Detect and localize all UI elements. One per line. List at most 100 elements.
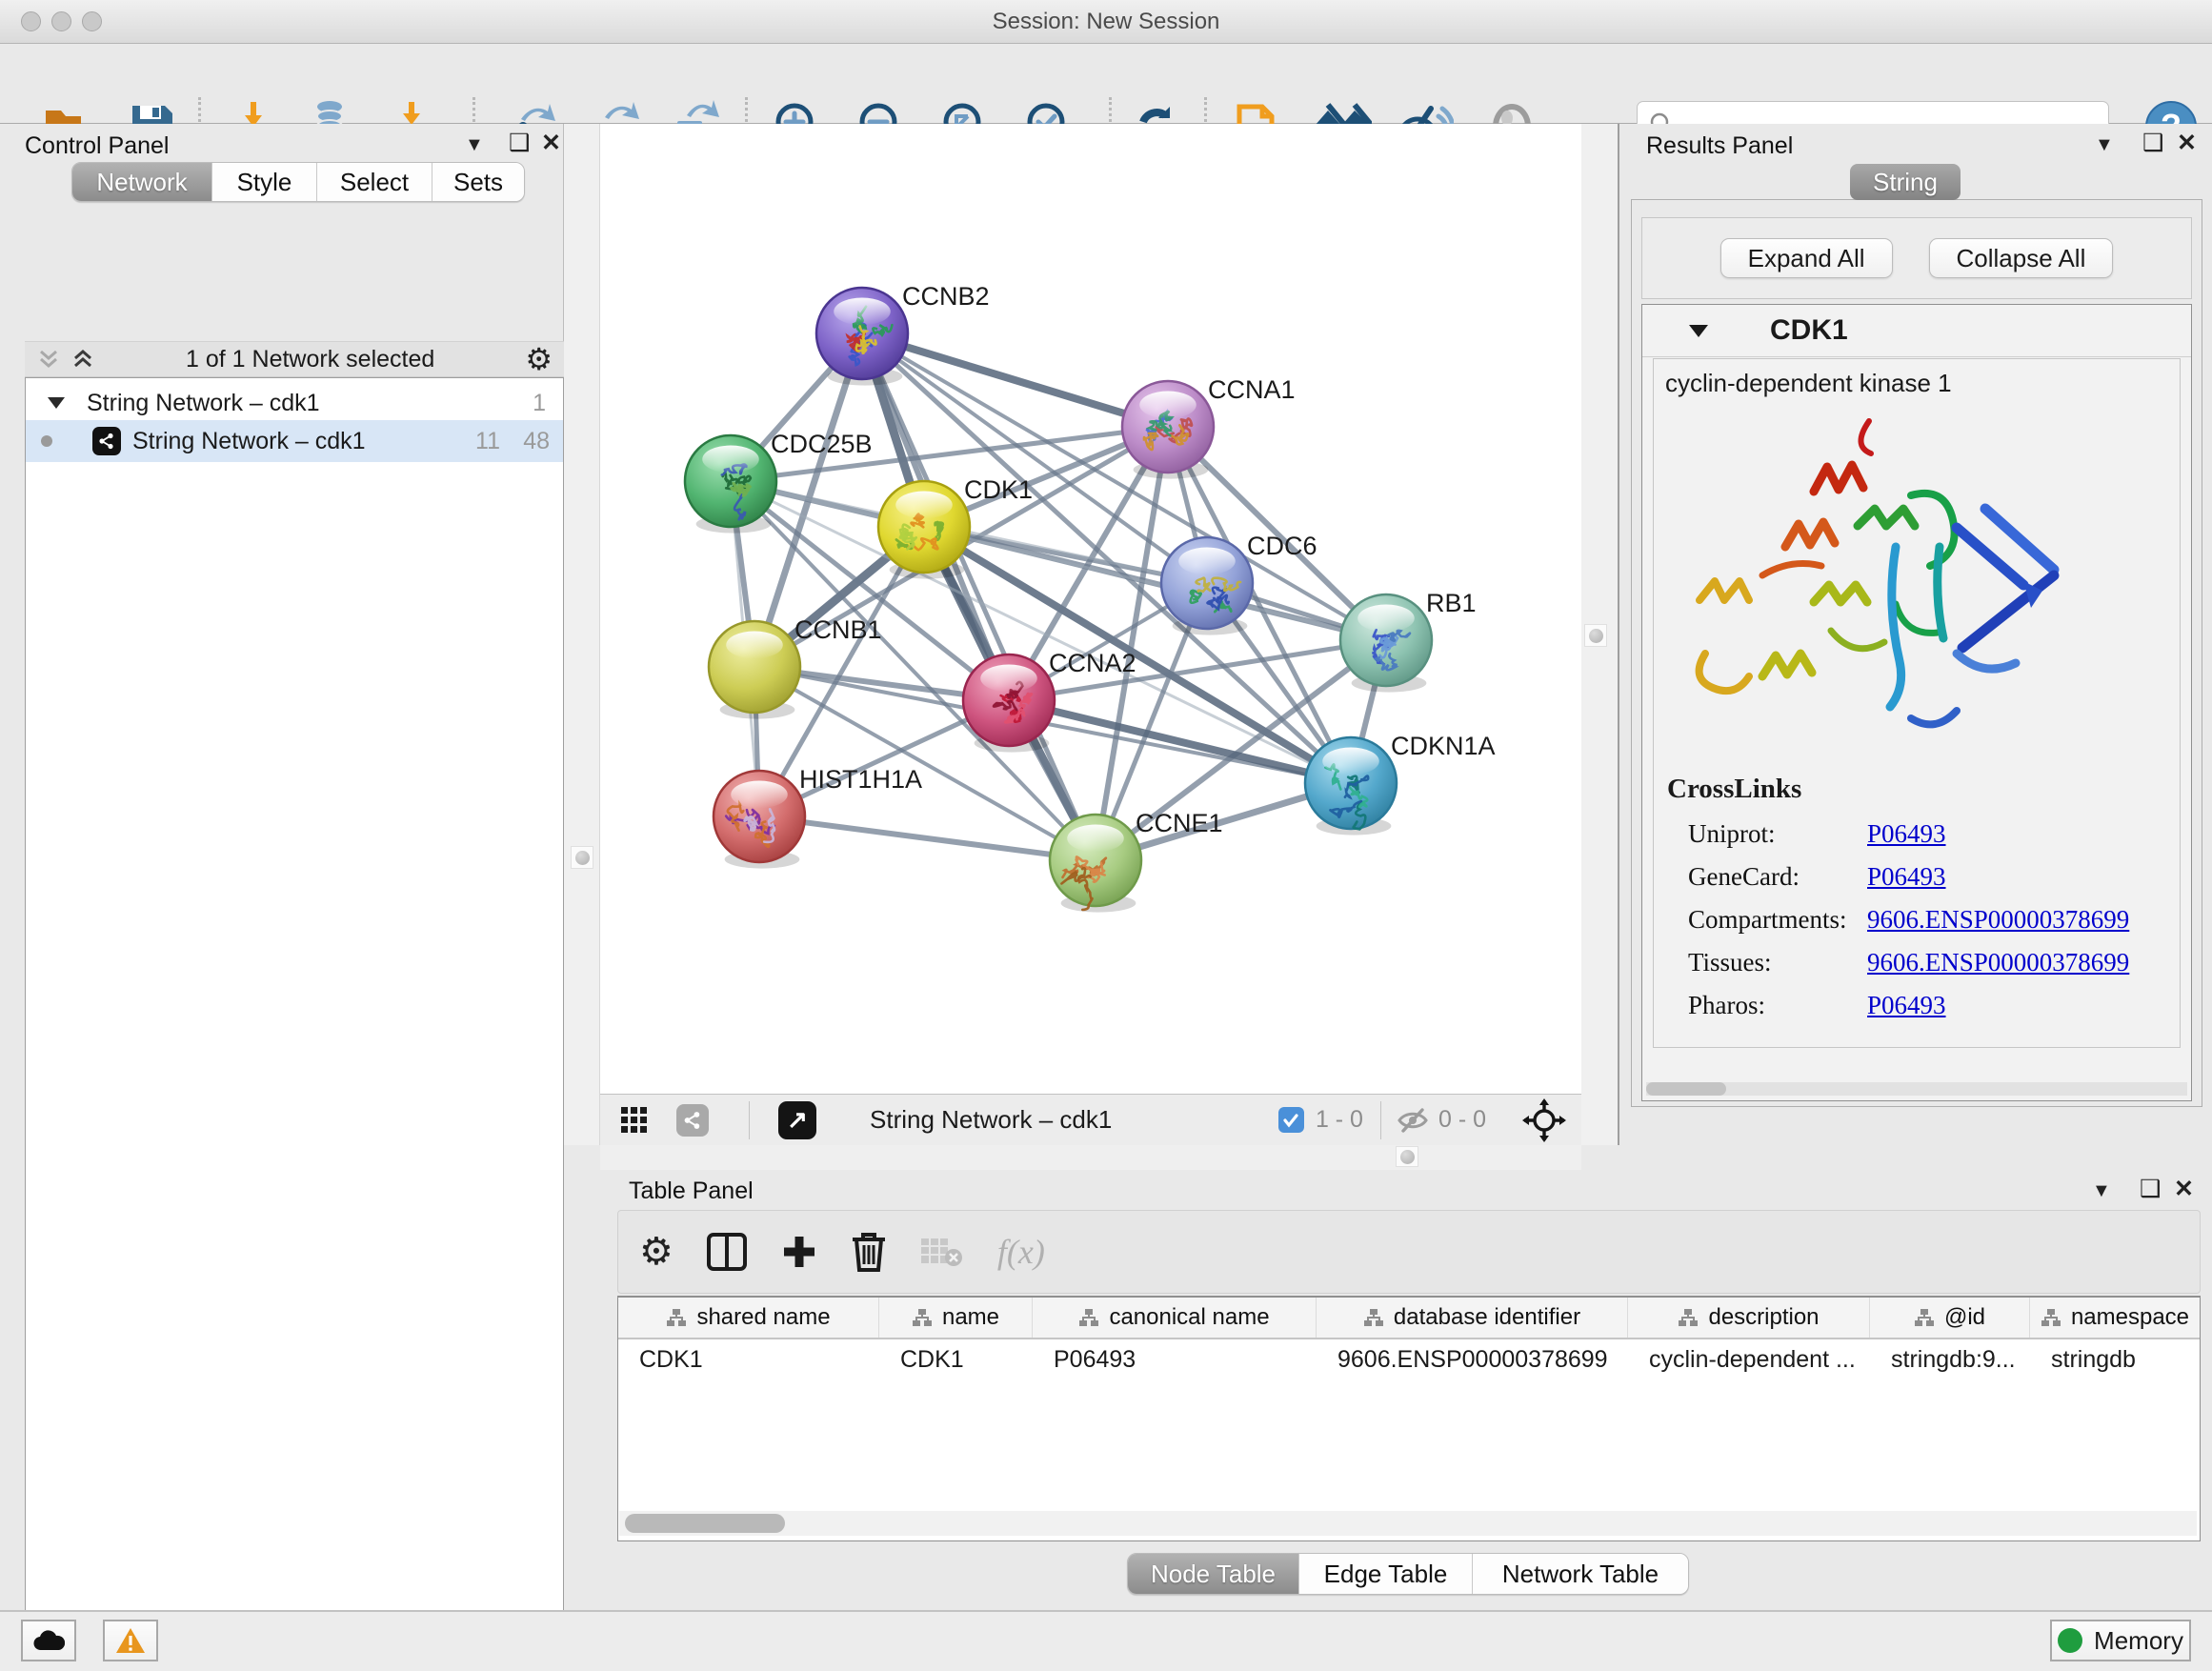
panel-float-icon[interactable]: ❑	[2140, 1178, 2161, 1201]
node-label-CDK1: CDK1	[964, 475, 1033, 504]
open-in-window-icon[interactable]: ↗	[778, 1101, 816, 1139]
node-label-CDKN1A: CDKN1A	[1391, 732, 1496, 760]
tab-network-table[interactable]: Network Table	[1473, 1554, 1688, 1594]
network-tree: String Network – cdk1 1 String Network –…	[25, 377, 564, 1671]
gear-icon[interactable]: ⚙	[525, 344, 553, 374]
column-header[interactable]: namespace	[2030, 1298, 2200, 1338]
checkbox-icon[interactable]	[1278, 1107, 1304, 1133]
panel-float-icon[interactable]: ❑	[2142, 131, 2163, 155]
column-header[interactable]: database identifier	[1317, 1298, 1628, 1338]
control-panel-tabs: Network Style Select Sets	[71, 162, 525, 202]
eye-slash-icon[interactable]	[1397, 1106, 1429, 1135]
network-node-CCNB1[interactable]: CCNB1	[709, 615, 882, 719]
network-node-RB1[interactable]: RB1	[1340, 589, 1477, 693]
crosslink-row: GeneCard: P06493	[1688, 856, 2180, 898]
tab-sets[interactable]: Sets	[432, 163, 524, 201]
grid-icon[interactable]	[621, 1106, 650, 1135]
horizontal-splitter[interactable]	[600, 1145, 1581, 1170]
warning-icon	[115, 1627, 146, 1654]
table-panel: Table Panel ▼ ❑ ✕ ⚙ f(x) shared name nam…	[600, 1170, 2212, 1606]
panel-close-icon[interactable]: ✕	[541, 131, 561, 155]
expand-all-icon[interactable]	[70, 347, 95, 372]
network-collection-row[interactable]: String Network – cdk1 1	[26, 386, 563, 420]
string-results-box: Expand All Collapse All CDK1 cyclin-depe…	[1631, 199, 2202, 1107]
network-edge-CCNE1-HIST1H1A[interactable]	[759, 816, 1096, 860]
network-selection-bar: 1 of 1 Network selected ⚙	[25, 341, 564, 377]
tab-style[interactable]: Style	[212, 163, 317, 201]
network-row-selected[interactable]: String Network – cdk1 11 48	[26, 420, 563, 462]
left-splitter-handle[interactable]	[571, 846, 593, 869]
network-node-HIST1H1A[interactable]: HIST1H1A	[714, 765, 922, 869]
tab-node-table[interactable]: Node Table	[1128, 1554, 1299, 1594]
column-header[interactable]: canonical name	[1033, 1298, 1317, 1338]
crosslink-link[interactable]: 9606.ENSP00000378699	[1867, 905, 2129, 935]
warning-button[interactable]	[103, 1620, 158, 1661]
crosslink-label: Uniprot:	[1688, 819, 1867, 849]
memory-status-icon	[2058, 1628, 2082, 1653]
protein-structure-image	[1671, 404, 2071, 770]
table-hscrollbar-thumb[interactable]	[625, 1514, 785, 1533]
crosslink-link[interactable]: 9606.ENSP00000378699	[1867, 948, 2129, 977]
crosslink-link[interactable]: P06493	[1867, 862, 1946, 892]
network-graph[interactable]: CCNB2CCNA1CDC25BCDK1CDC6RB1CCNB1CCNA2CDK…	[600, 124, 1581, 1094]
panel-close-icon[interactable]: ✕	[2177, 131, 2197, 155]
trash-icon[interactable]	[849, 1230, 889, 1274]
collapse-all-button[interactable]: Collapse All	[1929, 238, 2114, 278]
panel-close-icon[interactable]: ✕	[2174, 1178, 2194, 1201]
results-hscrollbar-thumb[interactable]	[1646, 1082, 1726, 1096]
collapse-entry-icon[interactable]	[1688, 322, 1709, 339]
network-node-CDKN1A[interactable]: CDKN1A	[1305, 732, 1496, 836]
function-icon[interactable]: f(x)	[997, 1232, 1045, 1272]
tab-select[interactable]: Select	[317, 163, 432, 201]
right-splitter-handle[interactable]	[1584, 624, 1607, 647]
panel-float-icon[interactable]: ❑	[509, 131, 530, 155]
results-panel: Results Panel ▼ ❑ ✕ Expand All Collapse …	[1622, 124, 2212, 1170]
panel-menu-icon[interactable]: ▼	[2092, 1181, 2111, 1200]
panel-menu-icon[interactable]: ▼	[2095, 135, 2114, 154]
column-header[interactable]: shared name	[618, 1298, 879, 1338]
right-splitter[interactable]	[1581, 124, 1619, 1145]
tab-edge-table[interactable]: Edge Table	[1299, 1554, 1473, 1594]
column-header[interactable]: name	[879, 1298, 1033, 1338]
string-network-icon	[92, 427, 121, 455]
delete-table-icon[interactable]	[919, 1235, 963, 1269]
protein-details: cyclin-dependent kinase 1	[1653, 358, 2181, 1048]
tree-expander-icon[interactable]	[47, 395, 66, 411]
column-header[interactable]: @id	[1870, 1298, 2030, 1338]
network-edge-CCNB2-CCNA1[interactable]	[862, 333, 1168, 427]
protein-card-header[interactable]: CDK1	[1642, 305, 2191, 357]
edge-count: 48	[523, 428, 550, 455]
network-node-CCNE1[interactable]: CCNE1	[1050, 809, 1223, 913]
protein-name: CDK1	[1770, 314, 1848, 347]
horizontal-splitter-handle[interactable]	[1396, 1146, 1418, 1167]
crosslink-row: Tissues: 9606.ENSP00000378699	[1688, 941, 2180, 984]
table-row[interactable]: CDK1 CDK1 P06493 9606.ENSP00000378699 cy…	[618, 1339, 2200, 1379]
results-tab-string[interactable]: String	[1850, 164, 1961, 200]
memory-button[interactable]: Memory	[2050, 1620, 2191, 1661]
crosslink-link[interactable]: P06493	[1867, 991, 1946, 1020]
share-icon[interactable]	[676, 1104, 709, 1137]
node-label-CCNA2: CCNA2	[1049, 649, 1136, 677]
status-bar: Memory	[0, 1610, 2212, 1671]
columns-icon[interactable]	[706, 1231, 748, 1273]
footer-separator	[1380, 1101, 1381, 1139]
table-hscrollbar[interactable]	[619, 1511, 2197, 1536]
gear-icon[interactable]: ⚙	[639, 1233, 674, 1271]
column-header[interactable]: description	[1628, 1298, 1870, 1338]
expand-all-button[interactable]: Expand All	[1720, 238, 1893, 278]
collapse-all-icon[interactable]	[36, 347, 61, 372]
network-canvas[interactable]: CCNB2CCNA1CDC25BCDK1CDC6RB1CCNB1CCNA2CDK…	[600, 124, 1581, 1094]
crosslink-link[interactable]: P06493	[1867, 819, 1946, 849]
add-icon[interactable]	[780, 1233, 818, 1271]
crosslink-label: GeneCard:	[1688, 862, 1867, 892]
crosslink-label: Pharos:	[1688, 991, 1867, 1020]
cloud-button[interactable]	[21, 1620, 76, 1661]
tab-network[interactable]: Network	[72, 163, 212, 201]
crosshair-icon[interactable]	[1522, 1098, 1566, 1142]
results-buttons-box: Expand All Collapse All	[1641, 217, 2192, 299]
left-splitter[interactable]	[564, 124, 600, 1145]
panel-menu-icon[interactable]: ▼	[465, 135, 484, 154]
table-cell: CDK1	[879, 1339, 1033, 1379]
node-label-HIST1H1A: HIST1H1A	[799, 765, 922, 794]
results-hscrollbar[interactable]	[1646, 1082, 2187, 1096]
